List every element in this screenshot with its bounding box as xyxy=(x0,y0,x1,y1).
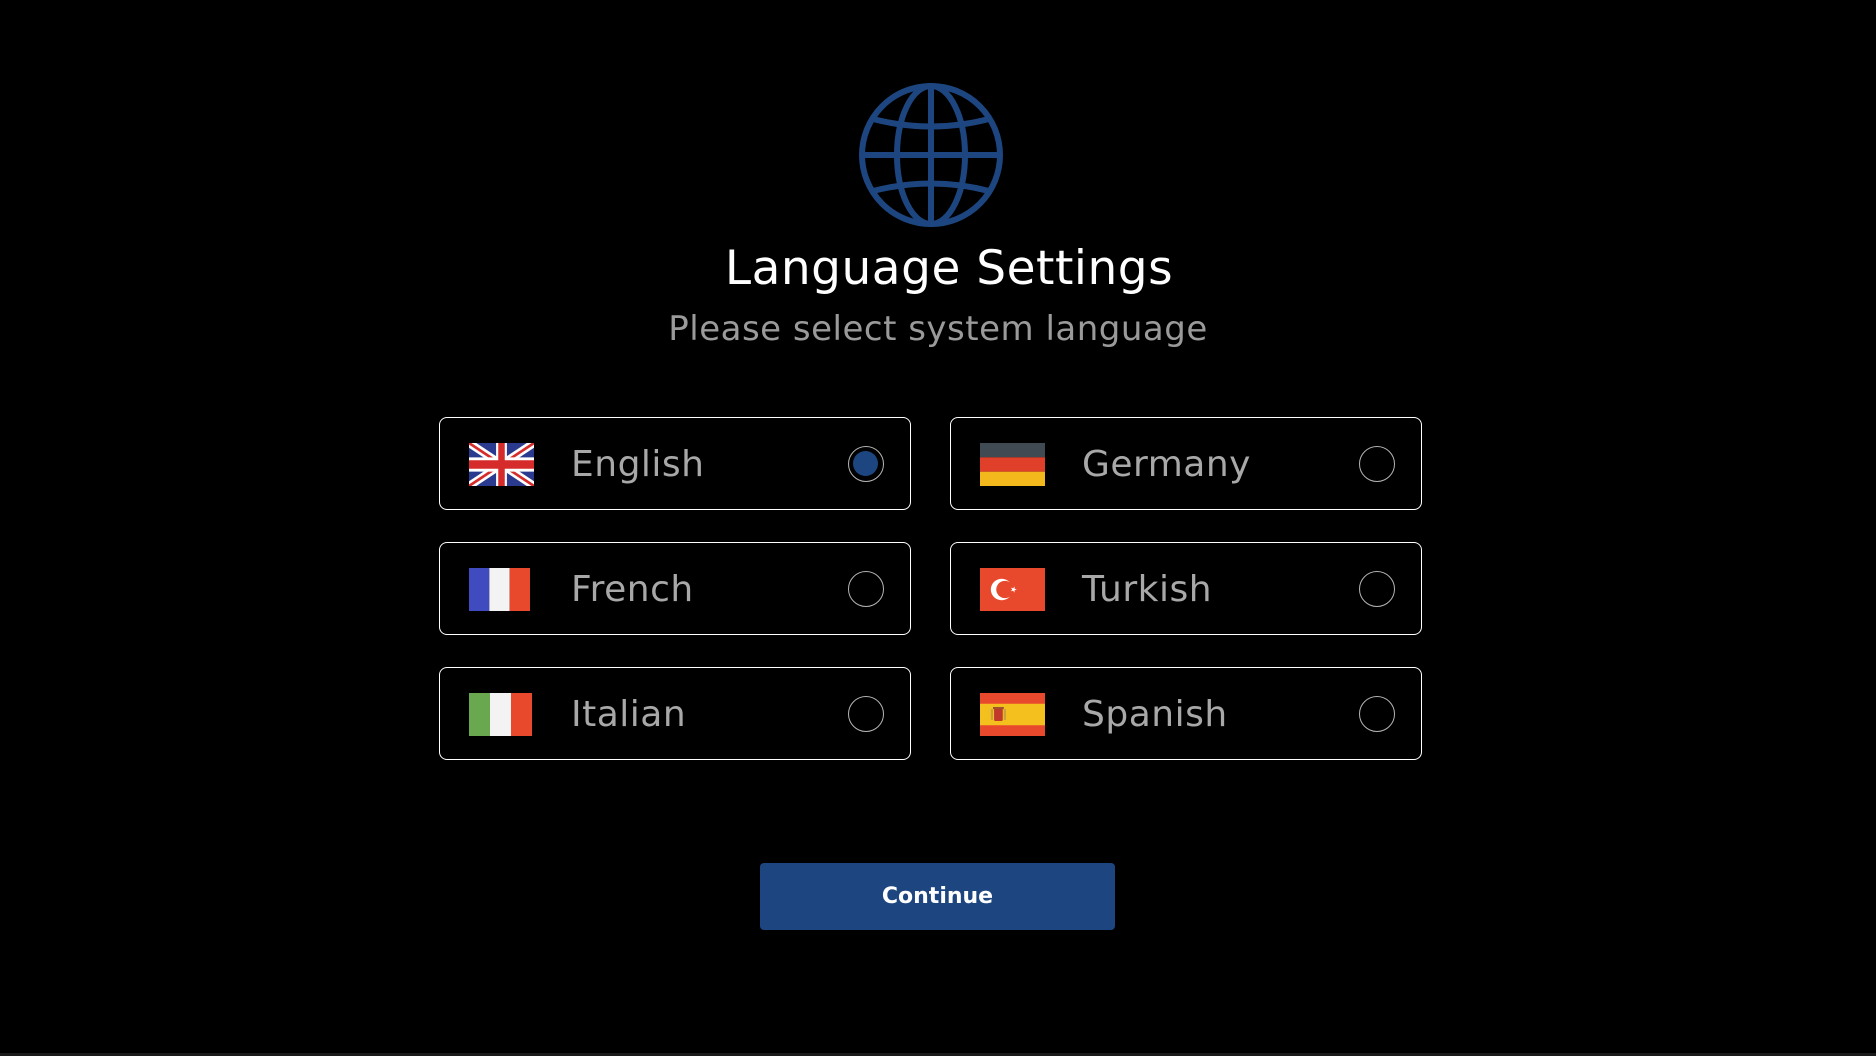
france-flag-icon xyxy=(469,568,530,611)
radio-button-germany[interactable] xyxy=(1359,446,1395,482)
language-label: Turkish xyxy=(1082,569,1213,610)
page-title: Language Settings xyxy=(724,241,1174,296)
italy-flag-icon xyxy=(469,693,532,736)
language-label: Italian xyxy=(571,694,687,735)
radio-button-italian[interactable] xyxy=(848,696,884,732)
germany-flag-icon xyxy=(980,443,1045,486)
language-option-italian[interactable]: Italian xyxy=(439,667,911,760)
language-label: Spanish xyxy=(1082,694,1228,735)
language-option-turkish[interactable]: Turkish xyxy=(950,542,1422,635)
language-settings-screen: Language Settings Please select system l… xyxy=(0,0,1876,1056)
language-label: Germany xyxy=(1082,444,1251,485)
radio-button-spanish[interactable] xyxy=(1359,696,1395,732)
turkey-flag-icon xyxy=(980,568,1045,611)
page-subtitle: Please select system language xyxy=(668,309,1208,349)
language-option-english[interactable]: English xyxy=(439,417,911,510)
radio-button-english[interactable] xyxy=(848,446,884,482)
radio-button-french[interactable] xyxy=(848,571,884,607)
continue-button[interactable]: Continue xyxy=(760,863,1115,930)
language-option-french[interactable]: French xyxy=(439,542,911,635)
language-option-spanish[interactable]: Spanish xyxy=(950,667,1422,760)
spain-flag-icon xyxy=(980,693,1045,736)
language-option-germany[interactable]: Germany xyxy=(950,417,1422,510)
language-label: French xyxy=(571,569,694,610)
globe-icon xyxy=(859,83,1003,227)
language-label: English xyxy=(571,444,705,485)
radio-button-turkish[interactable] xyxy=(1359,571,1395,607)
uk-flag-icon xyxy=(469,443,534,486)
